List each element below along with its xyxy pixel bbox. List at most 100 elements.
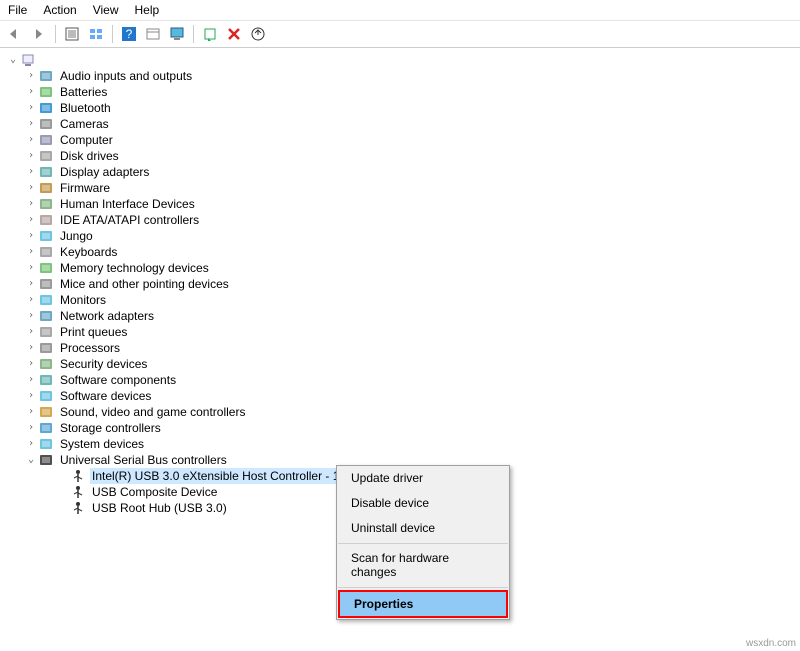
menu-view[interactable]: View (93, 3, 119, 17)
tree-item[interactable]: ›Human Interface Devices (24, 196, 800, 212)
tree-item-label: Universal Serial Bus controllers (58, 452, 229, 468)
categories-button[interactable] (85, 23, 107, 45)
expand-icon[interactable]: › (24, 164, 38, 180)
tree-item[interactable]: › Security devices (24, 356, 800, 372)
category-icon (38, 68, 54, 84)
tree-item-label: Security devices (58, 356, 149, 372)
tree-item[interactable]: › Sound, video and game controllers (24, 404, 800, 420)
expand-icon[interactable]: › (24, 148, 38, 164)
expand-icon[interactable]: › (24, 308, 38, 324)
expand-icon[interactable]: › (24, 244, 38, 260)
remove-button[interactable] (223, 23, 245, 45)
tree-item[interactable]: ›Batteries (24, 84, 800, 100)
toolbar-separator (55, 25, 56, 43)
tree-item-label: Keyboards (58, 244, 119, 260)
expand-icon[interactable]: › (24, 68, 38, 84)
tree-item[interactable]: ›Bluetooth (24, 100, 800, 116)
watermark: wsxdn.com (746, 638, 796, 649)
expand-icon[interactable]: › (24, 228, 38, 244)
collapse-icon[interactable]: ⌄ (6, 52, 20, 68)
expand-icon[interactable]: › (24, 324, 38, 340)
category-icon (38, 228, 54, 244)
view-button[interactable] (166, 23, 188, 45)
category-icon (38, 388, 54, 404)
tree-item[interactable]: › IDE ATA/ATAPI controllers (24, 212, 800, 228)
tree-item[interactable]: ›Software components (24, 372, 800, 388)
tree-item[interactable]: › Mice and other pointing devices (24, 276, 800, 292)
tree-item-label: System devices (58, 436, 146, 452)
expand-icon[interactable]: › (24, 180, 38, 196)
toolbar-separator (193, 25, 194, 43)
tree-item[interactable]: › Display adapters (24, 164, 800, 180)
forward-button[interactable] (28, 23, 50, 45)
context-disable-device[interactable]: Disable device (337, 491, 509, 516)
context-uninstall-device[interactable]: Uninstall device (337, 516, 509, 541)
expand-icon[interactable]: › (24, 116, 38, 132)
tree-item[interactable]: › System devices (24, 436, 800, 452)
context-properties[interactable]: Properties (338, 590, 508, 618)
tree-item[interactable]: ›Software devices (24, 388, 800, 404)
category-icon (38, 212, 54, 228)
tree-item-label: Display adapters (58, 164, 151, 180)
tree-item[interactable]: ›Audio inputs and outputs (24, 68, 800, 84)
expand-icon[interactable]: › (24, 356, 38, 372)
expand-icon[interactable]: › (24, 84, 38, 100)
tree-item[interactable]: ›Processors (24, 340, 800, 356)
tree-item[interactable]: ›Print queues (24, 324, 800, 340)
tree-item[interactable]: ›Firmware (24, 180, 800, 196)
menu-bar: File Action View Help (0, 0, 800, 21)
tree-item[interactable]: › Keyboards (24, 244, 800, 260)
category-icon (38, 180, 54, 196)
expand-icon[interactable]: › (24, 404, 38, 420)
expand-icon[interactable]: › (24, 132, 38, 148)
category-icon (38, 276, 54, 292)
tree-item[interactable]: › Disk drives (24, 148, 800, 164)
tree-item-label: Intel(R) USB 3.0 eXtensible Host Control… (90, 468, 369, 484)
menu-action[interactable]: Action (43, 3, 76, 17)
expand-icon[interactable]: › (24, 100, 38, 116)
context-update-driver[interactable]: Update driver (337, 466, 509, 491)
expand-icon[interactable]: › (24, 276, 38, 292)
tree-item[interactable]: › Storage controllers (24, 420, 800, 436)
tree-item-label: IDE ATA/ATAPI controllers (58, 212, 201, 228)
expand-icon[interactable]: › (24, 196, 38, 212)
tree-item[interactable]: ›Computer (24, 132, 800, 148)
tree-item[interactable]: › Monitors (24, 292, 800, 308)
category-icon (38, 164, 54, 180)
menu-help[interactable]: Help (135, 3, 160, 17)
expand-icon[interactable]: › (24, 436, 38, 452)
help-button[interactable]: ? (118, 23, 140, 45)
expand-icon[interactable]: › (24, 292, 38, 308)
usb-icon (70, 484, 86, 500)
tree-item-label: Monitors (58, 292, 108, 308)
update-button[interactable] (247, 23, 269, 45)
expand-icon[interactable]: › (24, 260, 38, 276)
category-icon (38, 436, 54, 452)
tree-item[interactable]: ›Jungo (24, 228, 800, 244)
category-icon (38, 404, 54, 420)
scan-button[interactable] (199, 23, 221, 45)
tree-item-label: Storage controllers (58, 420, 163, 436)
show-hidden-button[interactable] (61, 23, 83, 45)
context-scan-hardware[interactable]: Scan for hardware changes (337, 546, 509, 585)
expand-icon[interactable]: › (24, 420, 38, 436)
expand-icon[interactable]: › (24, 340, 38, 356)
tree-item-label: Sound, video and game controllers (58, 404, 247, 420)
expand-icon[interactable]: › (24, 388, 38, 404)
category-icon (38, 420, 54, 436)
tree-item[interactable]: ›Cameras (24, 116, 800, 132)
collapse-icon[interactable]: ⌄ (24, 452, 38, 468)
tree-item-label: Disk drives (58, 148, 121, 164)
tree-item-label: USB Root Hub (USB 3.0) (90, 500, 229, 516)
expand-icon[interactable]: › (24, 372, 38, 388)
menu-file[interactable]: File (8, 3, 27, 17)
category-icon (38, 244, 54, 260)
expand-icon[interactable]: › (24, 212, 38, 228)
toolbar: ? (0, 21, 800, 48)
tree-item[interactable]: ›Network adapters (24, 308, 800, 324)
tree-item-label: Mice and other pointing devices (58, 276, 231, 292)
usb-icon (70, 500, 86, 516)
action-button[interactable] (142, 23, 164, 45)
back-button[interactable] (4, 23, 26, 45)
tree-item[interactable]: ›Memory technology devices (24, 260, 800, 276)
